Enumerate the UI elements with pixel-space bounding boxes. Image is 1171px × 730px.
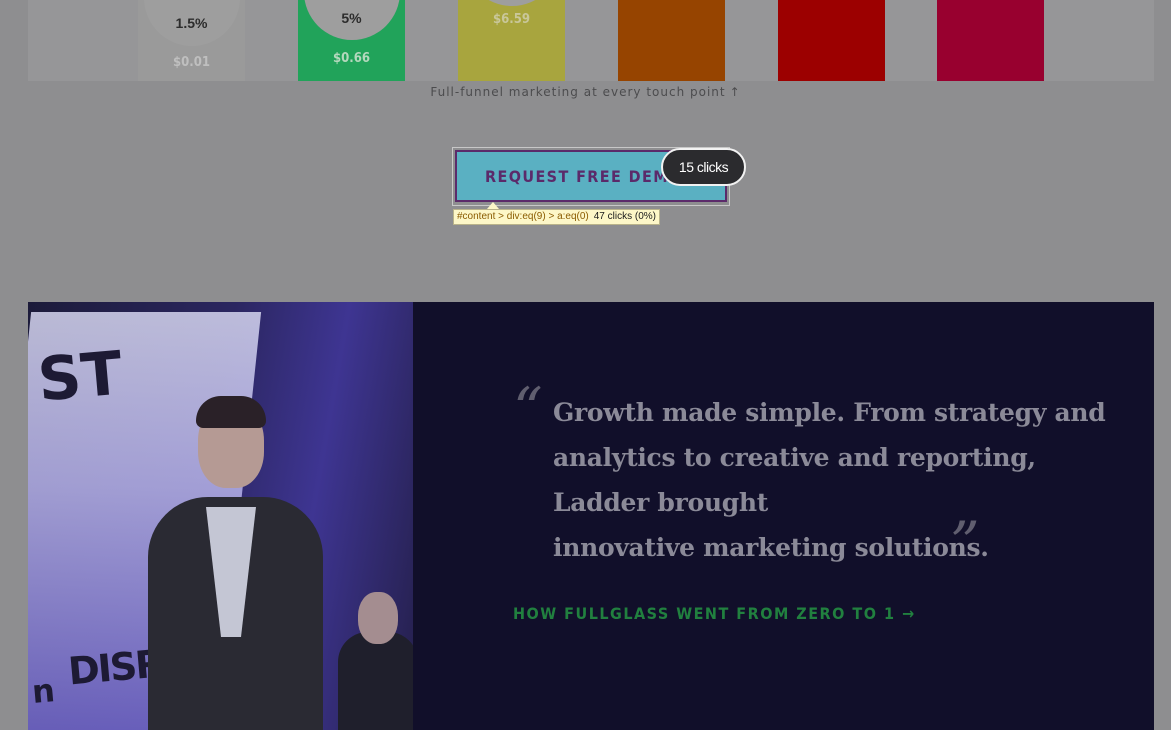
banner-text-fragment: n — [30, 671, 57, 711]
funnel-price-3: $6.59 — [493, 12, 530, 27]
audience-person-body — [338, 632, 413, 730]
close-quote-icon: ” — [950, 509, 980, 577]
funnel-circle-3 — [463, 0, 560, 6]
funnel-circle-2: 5% — [303, 0, 400, 40]
arrow-up-icon: ↑ — [729, 85, 741, 99]
open-quote-icon: “ — [513, 375, 543, 443]
funnel-bar-3: $6.59 — [458, 0, 565, 81]
funnel-caption-text: Full-funnel marketing at every touch poi… — [430, 85, 726, 99]
funnel-percent-1: 1.5% — [175, 15, 208, 31]
funnel-caption: Full-funnel marketing at every touch poi… — [0, 85, 1171, 99]
testimonial-quote: Growth made simple. From strategy and an… — [553, 390, 1106, 570]
click-count-badge: 15 clicks — [661, 148, 746, 186]
funnel-chart-strip: 1.5% $0.01 5% $0.66 $6.59 — [28, 0, 1154, 81]
funnel-price-1: $0.01 — [173, 55, 210, 70]
case-study-link[interactable]: HOW FULLGLASS WENT FROM ZERO TO 1 → — [513, 604, 916, 623]
speaker-photo: ST DISRUPT n — [28, 302, 413, 730]
funnel-bar-5 — [778, 0, 885, 81]
funnel-bar-4 — [618, 0, 725, 81]
audience-person-head — [358, 592, 398, 644]
selector-path: #content > div:eq(9) > a:eq(0) — [457, 211, 589, 222]
click-count-text: 15 clicks — [678, 159, 729, 175]
quote-line-1: Growth made simple. From strategy and — [553, 398, 1106, 427]
funnel-bar-2: 5% $0.66 — [298, 0, 405, 81]
selector-stats: 47 clicks (0%) — [593, 211, 656, 222]
tooltip-caret — [487, 202, 499, 209]
banner-text-top: ST — [35, 338, 126, 416]
selector-tooltip: #content > div:eq(9) > a:eq(0) 47 clicks … — [453, 209, 660, 225]
testimonial-section: ST DISRUPT n “ Growth made simple. From … — [28, 302, 1154, 730]
funnel-circle-1: 1.5% — [143, 0, 240, 46]
funnel-bar-6 — [937, 0, 1044, 81]
quote-line-3: Ladder brought — [553, 488, 769, 517]
funnel-percent-2: 5% — [341, 10, 362, 26]
funnel-bar-1: 1.5% $0.01 — [138, 0, 245, 81]
quote-line-4: innovative marketing solutions. — [553, 533, 989, 562]
speaker-hair — [196, 396, 266, 428]
request-demo-label: REQUEST FREE DEMO — [485, 166, 683, 186]
funnel-price-2: $0.66 — [333, 51, 370, 66]
quote-line-2: analytics to creative and reporting, — [553, 443, 1036, 472]
